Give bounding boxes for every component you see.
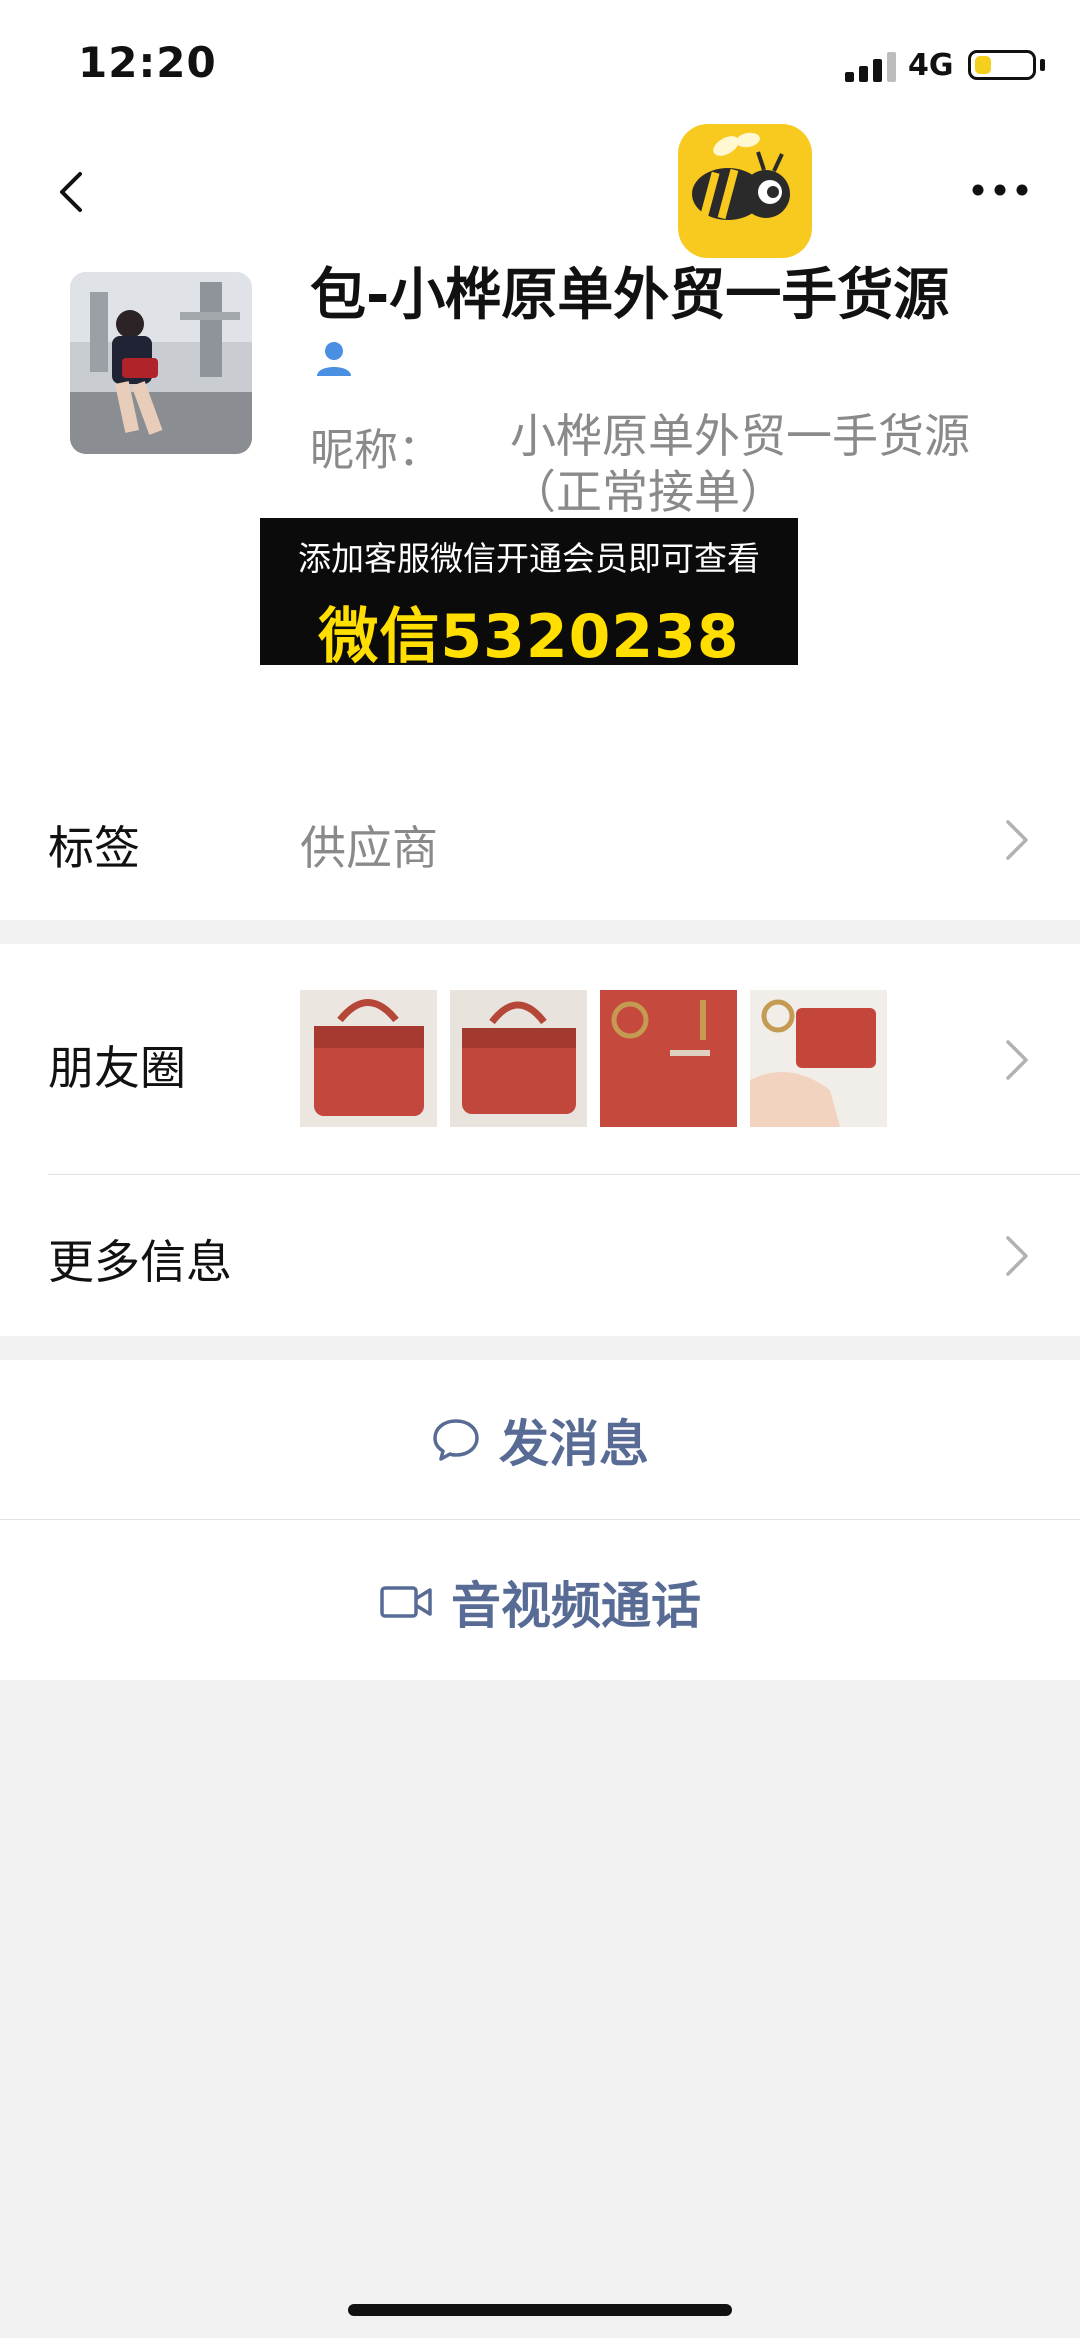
profile-name: 包-小桦原单外贸一手货源 bbox=[310, 263, 950, 328]
battery-level bbox=[975, 56, 991, 74]
moments-photo bbox=[750, 990, 887, 1127]
moments-label: 朋友圈 bbox=[48, 1041, 186, 1095]
tag-value: 供应商 bbox=[300, 821, 438, 875]
battery-icon bbox=[968, 50, 1036, 80]
tag-label: 标签 bbox=[48, 821, 140, 875]
moments-photo bbox=[600, 990, 737, 1127]
video-call-button[interactable]: 音视频通话 bbox=[0, 1552, 1080, 1652]
send-message-label: 发消息 bbox=[499, 1415, 649, 1473]
home-indicator[interactable] bbox=[348, 2304, 732, 2316]
tag-row[interactable] bbox=[0, 760, 1080, 920]
back-arrow-icon[interactable] bbox=[50, 168, 98, 216]
ad-banner: 添加客服微信开通会员即可查看 微信5320238 bbox=[260, 518, 798, 672]
video-camera-icon bbox=[380, 1586, 432, 1618]
send-message-button[interactable]: 发消息 bbox=[0, 1390, 1080, 1490]
chevron-right-icon bbox=[1006, 820, 1028, 860]
chevron-right-icon bbox=[1006, 1236, 1028, 1276]
ad-banner-text: 添加客服微信开通会员即可查看 bbox=[298, 539, 760, 578]
ad-banner-wechat-id: 微信5320238 bbox=[318, 602, 740, 672]
person-icon bbox=[317, 342, 351, 376]
divider bbox=[0, 1519, 1080, 1520]
moments-photo bbox=[450, 990, 587, 1127]
bee-app-logo-icon bbox=[678, 124, 812, 258]
nickname-label: 昵称： bbox=[310, 425, 442, 476]
battery-cap bbox=[1040, 59, 1045, 71]
more-info-label: 更多信息 bbox=[48, 1235, 232, 1289]
avatar[interactable] bbox=[70, 272, 252, 454]
network-type: 4G bbox=[908, 48, 954, 83]
video-call-label: 音视频通话 bbox=[451, 1577, 701, 1635]
chevron-right-icon bbox=[1006, 1040, 1028, 1080]
status-time: 12:20 bbox=[78, 38, 217, 87]
chat-bubble-icon bbox=[433, 1419, 479, 1461]
more-dots-icon[interactable] bbox=[972, 182, 1028, 198]
nickname-value: 小桦原单外贸一手货源（正常接单） bbox=[510, 409, 970, 519]
signal-icon bbox=[845, 50, 897, 82]
moments-photo bbox=[300, 990, 437, 1127]
